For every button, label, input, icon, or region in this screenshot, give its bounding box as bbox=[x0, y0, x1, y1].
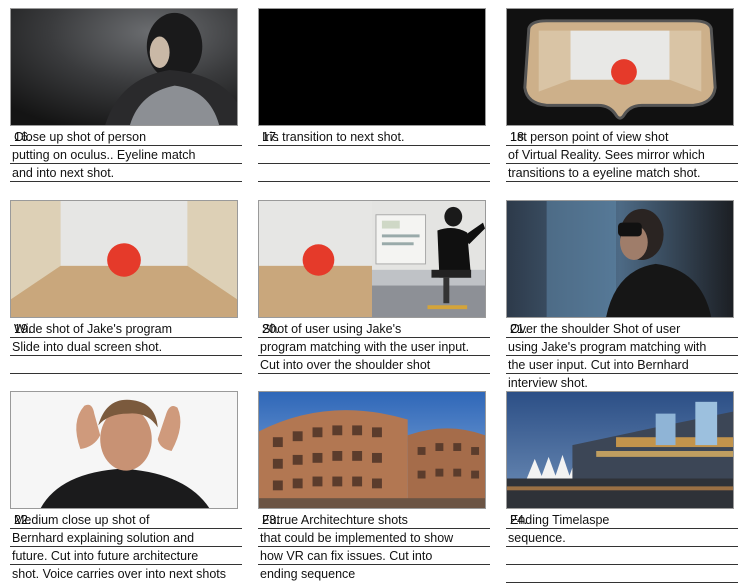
shot-23-caption: 23. Futrue Architechture shots that could… bbox=[258, 511, 490, 582]
shot-19-caption: 19. Wide shot of Jake's program Slide int… bbox=[10, 320, 242, 374]
caption-line: that could be implemented to show bbox=[260, 531, 454, 545]
caption-line: Ending Timelaspe bbox=[510, 513, 610, 527]
shot-21-caption: 21. Over the shoulder Shot of user using … bbox=[506, 320, 738, 391]
shot-18-caption: 18. 1st person point of view shot of Virt… bbox=[506, 128, 738, 182]
caption-line: 1st person point of view shot bbox=[510, 130, 669, 144]
caption-line: Slide into dual screen shot. bbox=[12, 340, 163, 354]
caption-line: using Jake's program matching with bbox=[508, 340, 707, 354]
shot-17-image bbox=[258, 8, 486, 126]
shot-24-caption: 24. Ending Timelaspe sequence. bbox=[506, 511, 738, 583]
caption-line: program matching with the user input. bbox=[260, 340, 470, 354]
caption-line: Medium close up shot of bbox=[14, 513, 150, 527]
shot-16-caption: 16. Close up shot of person putting on oc… bbox=[10, 128, 242, 182]
shot-20-caption: 20. Shot of user using Jake's program mat… bbox=[258, 320, 490, 374]
caption-line: Over the shoulder Shot of user bbox=[510, 322, 681, 336]
caption-line: Iris transition to next shot. bbox=[262, 130, 405, 144]
shot-17-caption: 17. Iris transition to next shot. bbox=[258, 128, 490, 182]
caption-line: interview shot. bbox=[508, 376, 588, 390]
shot-19-image bbox=[10, 200, 238, 318]
shot-20-image bbox=[258, 200, 486, 318]
shot-22-image bbox=[10, 391, 238, 509]
caption-line: Wide shot of Jake's program bbox=[14, 322, 173, 336]
caption-line: future. Cut into future architecture bbox=[12, 549, 199, 563]
caption-line: Cut into over the shoulder shot bbox=[260, 358, 431, 372]
caption-line: and into next shot. bbox=[12, 166, 115, 180]
shot-21-image bbox=[506, 200, 734, 318]
shot-18-image bbox=[506, 8, 734, 126]
caption-line: Shot of user using Jake's bbox=[262, 322, 402, 336]
caption-line: putting on oculus.. Eyeline match bbox=[12, 148, 196, 162]
caption-line: shot. Voice carries over into next shots bbox=[12, 567, 226, 581]
caption-line: Futrue Architechture shots bbox=[262, 513, 408, 527]
shot-24-image bbox=[506, 391, 734, 509]
caption-line: transitions to a eyeline match shot. bbox=[508, 166, 701, 180]
caption-line: sequence. bbox=[508, 531, 566, 545]
shot-23-image bbox=[258, 391, 486, 509]
caption-line: ending sequence bbox=[260, 567, 356, 581]
caption-line: the user input. Cut into Bernhard bbox=[508, 358, 689, 372]
caption-line: how VR can fix issues. Cut into bbox=[260, 549, 433, 563]
caption-line: Close up shot of person bbox=[14, 130, 147, 144]
shot-16-image bbox=[10, 8, 238, 126]
caption-line: of Virtual Reality. Sees mirror which bbox=[508, 148, 705, 162]
caption-line: Bernhard explaining solution and bbox=[12, 531, 195, 545]
shot-22-caption: 22. Medium close up shot of Bernhard expl… bbox=[10, 511, 242, 582]
